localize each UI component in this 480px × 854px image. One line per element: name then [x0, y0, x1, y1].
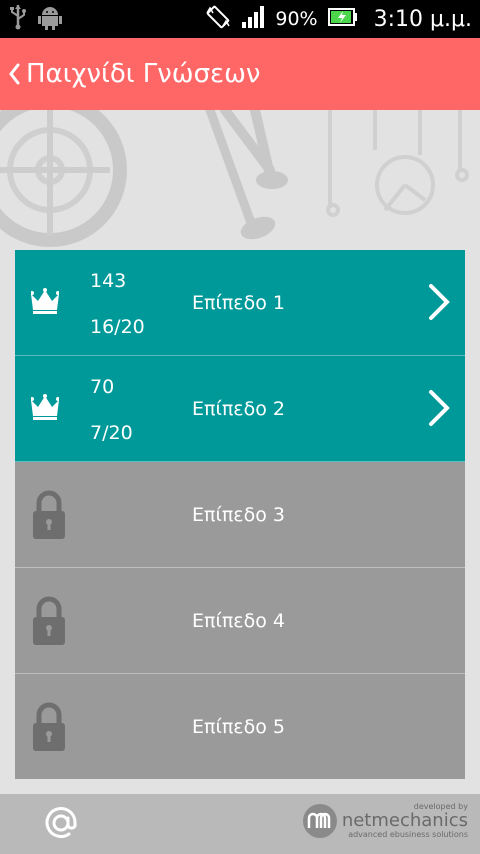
- brand-tagline: advanced ebusiness solutions: [348, 830, 468, 839]
- level-item-5[interactable]: Επίπεδο 5: [15, 674, 465, 779]
- level-progress: 7/20: [90, 422, 133, 444]
- battery-percentage: 90%: [275, 8, 318, 30]
- clock: 3:10 μ.μ.: [373, 6, 472, 32]
- level-item-1[interactable]: 143 16/20 Επίπεδο 1: [15, 250, 465, 356]
- level-item-2[interactable]: 70 7/20 Επίπεδο 2: [15, 356, 465, 462]
- usb-icon: [8, 4, 28, 34]
- level-label: Επίπεδο 2: [192, 397, 285, 420]
- crown-icon: [31, 288, 59, 314]
- status-left: [8, 4, 62, 34]
- app-title[interactable]: Παιχνίδι Γνώσεων: [26, 59, 260, 89]
- android-icon: [38, 4, 62, 34]
- crown-icon: [31, 394, 59, 420]
- lock-icon: [33, 596, 65, 645]
- levels-list: 143 16/20 Επίπεδο 1 70 7/20 Επίπεδο 2 Επ…: [15, 250, 465, 779]
- footer: developed by netmechanics advanced ebusi…: [0, 794, 480, 854]
- action-bar[interactable]: Παιχνίδι Γνώσεων: [0, 38, 480, 110]
- level-label: Επίπεδο 4: [192, 609, 285, 632]
- level-item-4[interactable]: Επίπεδο 4: [15, 568, 465, 674]
- level-label: Επίπεδο 5: [192, 715, 285, 738]
- at-icon[interactable]: [44, 806, 78, 840]
- battery-charging-icon: [327, 7, 358, 31]
- chevron-right-icon: [429, 390, 450, 426]
- level-item-3[interactable]: Επίπεδο 3: [15, 462, 465, 568]
- level-label: Επίπεδο 3: [192, 503, 285, 526]
- lock-icon: [33, 490, 65, 539]
- back-chevron-icon[interactable]: [4, 59, 24, 89]
- lock-icon: [33, 702, 65, 751]
- level-label: Επίπεδο 1: [192, 291, 285, 314]
- netmechanics-logo-icon: [302, 803, 337, 838]
- chevron-right-icon: [429, 284, 450, 320]
- rotate-icon: [205, 4, 231, 34]
- level-score: 143: [90, 270, 127, 292]
- level-progress: 16/20: [90, 316, 145, 338]
- status-right: 90% 3:10 μ.μ.: [205, 4, 472, 34]
- brand-name: netmechanics: [341, 810, 468, 831]
- netmechanics-brand[interactable]: developed by netmechanics advanced ebusi…: [302, 802, 468, 839]
- brand-text: developed by netmechanics advanced ebusi…: [342, 802, 468, 839]
- level-score: 70: [90, 376, 115, 398]
- status-bar: 90% 3:10 μ.μ.: [0, 0, 480, 38]
- signal-icon: [241, 5, 265, 33]
